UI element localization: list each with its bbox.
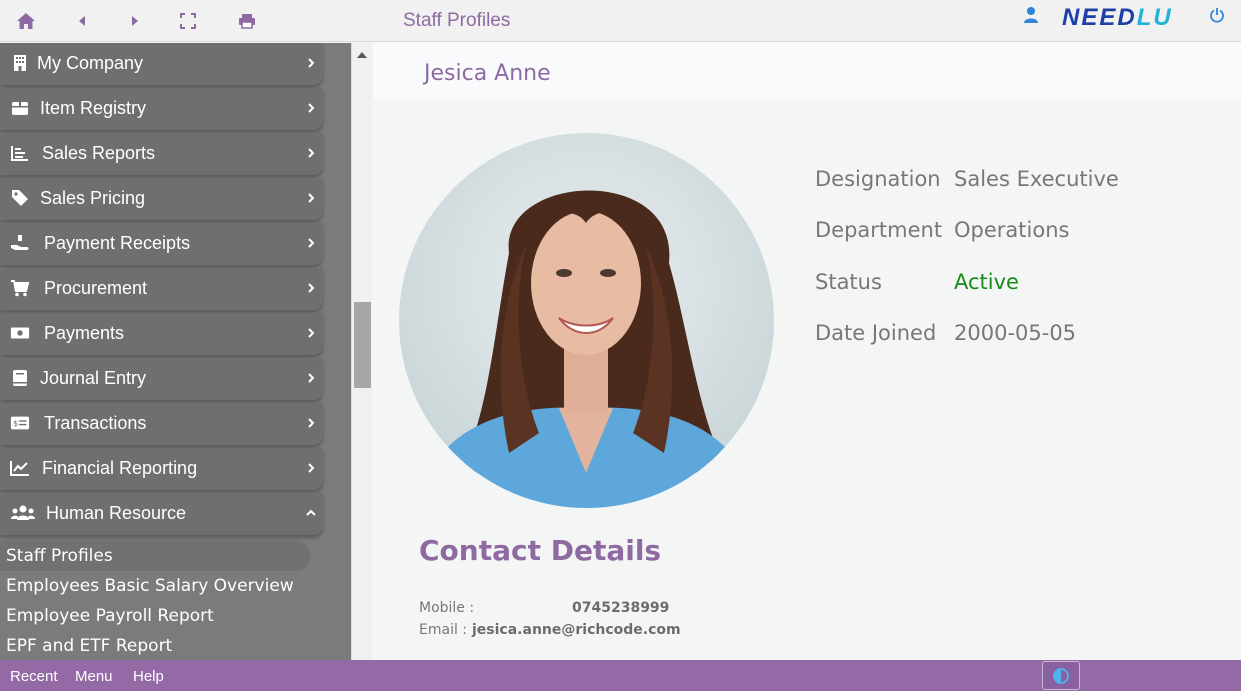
designation-value: Sales Executive [954,167,1119,191]
status-label: Status [815,270,882,294]
sidebar-item-label: Payment Receipts [44,233,191,253]
status-value: Active [954,270,1019,294]
chevron-right-icon [308,148,315,158]
date-joined-label: Date Joined [815,321,937,345]
main-content: Jesica Anne Designation Sales Executive … [373,43,1241,660]
sidebar-item-label: Payments [44,323,125,343]
sidebar-item-label: Item Registry [40,98,147,118]
bar-chart-icon [10,143,30,163]
book-icon [10,368,30,388]
sidebar-item-journal-entry[interactable]: Journal Entry [0,358,323,400]
help-link[interactable]: Help [133,668,164,685]
email-label: Email : [419,622,468,638]
date-joined-value: 2000-05-05 [954,321,1077,345]
scroll-up-arrow-icon[interactable] [357,52,367,58]
chevron-right-icon [308,58,315,68]
menu-link[interactable]: Menu [75,668,113,685]
sidebar-item-financial-reporting[interactable]: Financial Reporting [0,448,323,490]
sidebar-item-label: Sales Reports [42,143,156,163]
svg-text:$: $ [13,418,18,428]
email-value[interactable]: jesica.anne@richcode.com [472,622,681,638]
chevron-right-icon [308,463,315,473]
app-logo: NEEDLU [1062,4,1173,32]
bottom-bar: Recent Menu Help [0,660,1241,691]
recent-link[interactable]: Recent [10,668,58,685]
line-chart-icon [10,458,30,478]
sidebar-subitem-basic-salary-overview[interactable]: Employees Basic Salary Overview [0,571,322,601]
theme-toggle-button[interactable] [1042,661,1080,690]
scroll-thumb[interactable] [354,302,371,388]
chevron-right-icon [308,373,315,383]
sidebar-item-item-registry[interactable]: Item Registry [0,88,323,130]
mobile-value: 0745238999 [572,600,670,616]
chevron-right-icon [308,418,315,428]
hand-money-icon [10,233,30,253]
sidebar-item-label: Sales Pricing [40,188,146,208]
logo-main: NEED [1062,4,1137,31]
money-icon [10,323,30,343]
sidebar-item-sales-pricing[interactable]: Sales Pricing [0,178,323,220]
sidebar-item-label: Procurement [44,278,148,298]
sidebar-item-label: My Company [37,53,144,73]
users-icon [10,503,36,523]
back-icon[interactable] [72,11,92,31]
top-bar: Staff Profiles NEEDLU [0,0,1241,42]
sidebar-subitem-epf-etf-report[interactable]: EPF and ETF Report [0,631,322,660]
sidebar-item-procurement[interactable]: Procurement [0,268,323,310]
chevron-up-icon [306,509,316,516]
sidebar-item-payments[interactable]: Payments [0,313,323,355]
dollar-card-icon: $ [10,413,30,433]
contact-details-heading: Contact Details [419,534,662,567]
forward-icon[interactable] [125,11,145,31]
page-title: Staff Profiles [403,10,511,31]
sidebar-subitem-staff-profiles[interactable]: Staff Profiles [0,541,310,571]
profile-photo [399,133,774,508]
cart-icon [10,278,30,298]
sidebar-item-label: Human Resource [46,503,187,523]
sidebar-item-transactions[interactable]: $ Transactions [0,403,323,445]
chevron-right-icon [308,238,315,248]
chevron-right-icon [308,103,315,113]
fullscreen-icon[interactable] [178,11,198,31]
sidebar-scrollbar[interactable] [351,43,372,660]
sidebar-item-sales-reports[interactable]: Sales Reports [0,133,323,175]
logo-accent: LU [1136,4,1173,31]
staff-name: Jesica Anne [424,61,551,86]
home-icon[interactable] [16,11,36,31]
chevron-right-icon [308,193,315,203]
chevron-right-icon [308,328,315,338]
sidebar-item-payment-receipts[interactable]: Payment Receipts [0,223,323,265]
department-label: Department [815,218,943,242]
department-value: Operations [954,218,1070,242]
box-icon [10,98,30,118]
profile-header: Jesica Anne [373,43,1241,99]
sidebar-item-human-resource[interactable]: Human Resource [0,493,323,535]
designation-label: Designation [815,167,941,191]
user-icon[interactable] [1021,5,1041,25]
chevron-right-icon [308,283,315,293]
print-icon[interactable] [237,11,257,31]
building-icon [10,53,30,73]
sidebar-item-label: Journal Entry [40,368,147,388]
power-icon[interactable] [1207,5,1227,25]
sidebar: My Company Item Registry Sales Reports S… [0,43,351,660]
sidebar-subitem-payroll-report[interactable]: Employee Payroll Report [0,601,322,631]
sidebar-item-label: Transactions [44,413,147,433]
mobile-label: Mobile : [419,600,475,616]
contrast-icon [1053,667,1069,684]
sidebar-item-my-company[interactable]: My Company [0,43,323,85]
tag-icon [10,188,30,208]
sidebar-item-label: Financial Reporting [42,458,198,478]
